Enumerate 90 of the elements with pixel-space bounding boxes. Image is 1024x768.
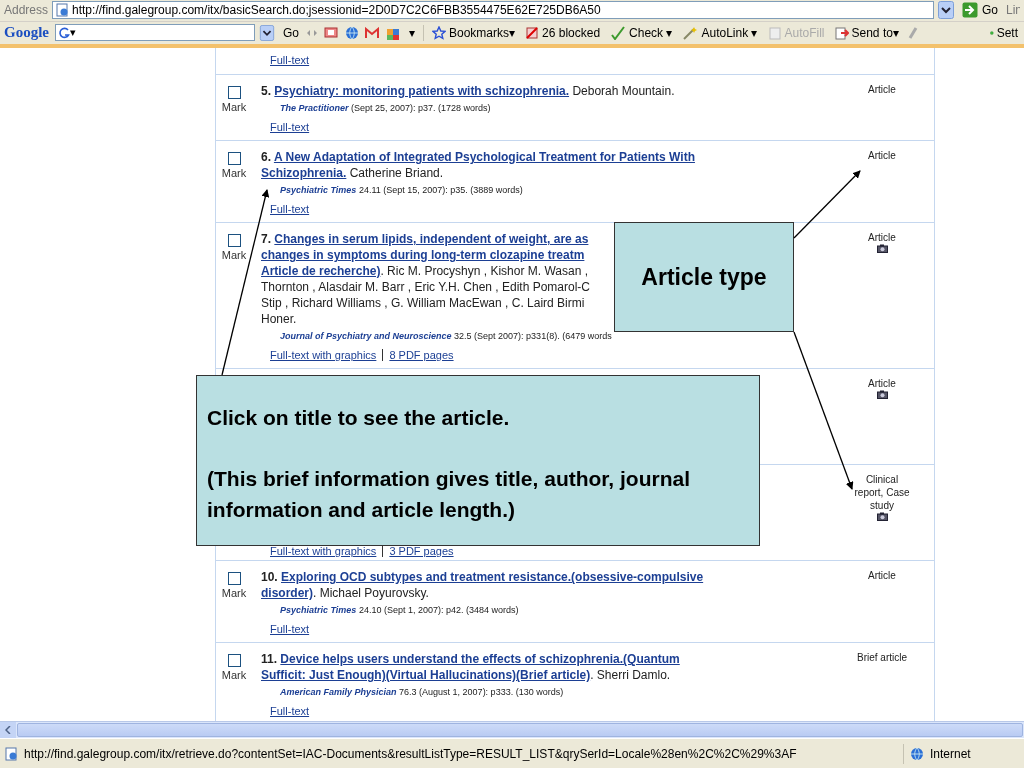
full-text-link[interactable]: Full-text: [270, 704, 310, 717]
toolbar-button[interactable]: Send to▾: [832, 25, 901, 40]
mark-label: Mark: [221, 248, 247, 261]
author-text: Honer.: [261, 311, 297, 326]
caret-button[interactable]: ▾: [407, 25, 417, 40]
source-text: American Family Physician 76.3 (August 1, 2007): p333. (130 words): [279, 685, 565, 699]
zone-label: Internet: [930, 746, 971, 761]
address-field[interactable]: http://find.galegroup.com/itx/basicSearch.do;jsessionid=2D0D7C2C6FBB3554475E62E725DB6A50: [52, 1, 934, 20]
result-number: 5.: [261, 83, 272, 98]
result-number: 11.: [261, 651, 279, 666]
source-text: Psychiatric Times 24.10 (Sept 1, 2007): p42. (3484 words): [279, 603, 520, 617]
full-text-link[interactable]: Full-text with graphics: [270, 544, 377, 557]
settings-button[interactable]: Sett: [988, 25, 1020, 40]
mark-label: Mark: [221, 166, 247, 179]
article-type-text: Brief article: [857, 650, 907, 664]
caret-icon[interactable]: ▾: [70, 26, 76, 40]
mark-label: Mark: [221, 586, 247, 599]
mark-label: Mark: [221, 100, 247, 113]
mark-checkbox[interactable]: [227, 233, 241, 247]
mark-checkbox[interactable]: [227, 85, 241, 99]
mark-checkbox[interactable]: [227, 571, 241, 585]
chevron-left-icon: [5, 726, 11, 734]
result-number: 7.: [261, 231, 272, 246]
check-mark-icon: [610, 25, 627, 40]
article-type-text: Clinical report, Case study: [853, 472, 911, 512]
article-type-text: Article: [868, 148, 896, 162]
globe-icon: [910, 746, 924, 761]
result-number: 10.: [261, 569, 279, 584]
source-text: Psychiatric Times 24.11 (Sept 15, 2007): p35. (3889 words): [279, 183, 524, 197]
letter-g-icon: [58, 25, 70, 40]
callout-text: (This brief information gives title, author, journal information and article length.): [207, 466, 692, 523]
arrow: [793, 170, 861, 239]
send-icon: [834, 25, 849, 40]
article-type-text: Article: [868, 230, 896, 244]
author-text: Catherine Briand.: [348, 165, 444, 180]
article-title-link[interactable]: changes in symptoms during long-term clozapine treatm: [261, 247, 585, 262]
page-icon: [55, 3, 70, 18]
full-text-link[interactable]: Full-text with graphics: [270, 348, 377, 361]
article-title-link[interactable]: Psychiatry: monitoring patients with schizophrenia.: [274, 83, 570, 98]
author-text: Stip , Richard Williams , G. William MacEwan , C. Laird Birmi: [261, 295, 585, 310]
toolbar-button[interactable]: 26 blocked: [523, 25, 603, 40]
mark-checkbox[interactable]: [227, 151, 241, 165]
author-text: . Michael Poyurovsky.: [313, 585, 429, 600]
full-text-link[interactable]: Full-text: [270, 53, 310, 66]
page-icon: [4, 746, 18, 761]
author-text: . Sherri Damlo.: [590, 667, 671, 682]
full-text-link[interactable]: Full-text: [270, 120, 310, 133]
url-text: http://find.galegroup.com/itx/basicSearch.do;jsessionid=2D0D7C2C6FBB3554475E62E725DB6A50: [72, 3, 601, 18]
source-text: The Practitioner (Sept 25, 2007): p37. (1728 words): [279, 101, 492, 115]
toolbar-button[interactable]: AutoLink ▾: [680, 25, 760, 40]
article-title-link[interactable]: A New Adaptation of Integrated Psychological Treatment for Patients With: [273, 149, 695, 164]
article-title-link[interactable]: disorder): [261, 585, 313, 600]
mail-icon[interactable]: [365, 26, 379, 39]
article-title-link[interactable]: Schizophrenia.: [261, 165, 347, 180]
arrow-icon: [962, 2, 978, 19]
globe-icon[interactable]: [345, 25, 359, 40]
go-button[interactable]: Go: [958, 2, 1002, 19]
full-text-link[interactable]: 8 PDF pages: [389, 348, 454, 361]
toolbar-button[interactable]: Check ▾: [608, 25, 675, 40]
form-icon: [767, 25, 782, 40]
star-icon: [432, 25, 446, 40]
author-text: Deborah Mountain.: [571, 83, 675, 98]
callout-text: Article type: [641, 263, 767, 291]
mark-label: Mark: [221, 668, 247, 681]
callout-text: Click on title to see the article.: [207, 405, 511, 431]
toolbar-button[interactable]: Bookmarks▾: [430, 25, 518, 40]
address-label: Address: [4, 3, 49, 18]
article-type-text: Article: [868, 568, 896, 582]
full-text-link[interactable]: Full-text: [270, 622, 310, 635]
author-text: Thornton , Alasdair M. Barr , Eric Y.H. Chen , Edith Pomarol-C: [261, 279, 591, 294]
full-text-link[interactable]: Full-text: [270, 202, 310, 215]
status-url-text: http://find.galegroup.com/itx/retrieve.do?contentSet=IAC-Documents&resultListType=RESULT_LIST&qrySerId=Locale%28en%2C%2C%29%3AF: [24, 746, 798, 761]
article-type-text: Article: [868, 376, 896, 390]
author-text: . Ric M. Procyshyn , Kishor M. Wasan ,: [380, 263, 588, 278]
result-number: 6.: [261, 149, 272, 164]
double-arrow-icon: [307, 28, 317, 37]
scroll-left-button[interactable]: [0, 722, 16, 738]
article-title-link[interactable]: Exploring OCD subtypes and treatment resistance.(obsessive-compulsive: [281, 569, 704, 584]
blocked-popup-icon: [525, 25, 540, 40]
go-button[interactable]: Go: [281, 25, 301, 40]
article-title-link[interactable]: Changes in serum lipids, independent of weight, are as: [274, 231, 589, 246]
article-type-text: Article: [868, 82, 896, 96]
search-field[interactable]: ▾: [55, 24, 255, 42]
article-title-link[interactable]: Device helps users understand the effects of schizophrenia.(Quantum: [280, 651, 680, 666]
source-text: Journal of Psychiatry and Neuroscience 32.5 (Sept 2007): p331(8). (6479 words: [279, 329, 613, 343]
wand-icon: [682, 25, 699, 40]
stamp-icon[interactable]: [323, 25, 339, 40]
mark-checkbox[interactable]: [227, 653, 241, 667]
google-logo: Google: [4, 24, 49, 42]
full-text-link[interactable]: 3 PDF pages: [389, 544, 454, 557]
